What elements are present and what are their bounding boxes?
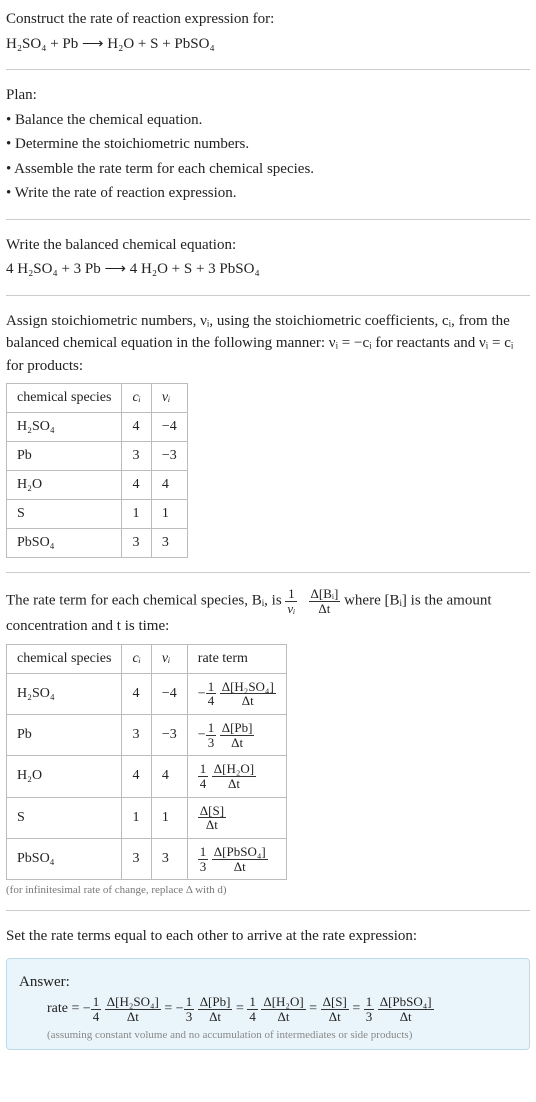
rate-expression: rate = −14 Δ[H₂SO₄]Δt = −13 Δ[Pb]Δt = 14… <box>19 995 517 1023</box>
cell-c: 1 <box>122 500 151 529</box>
rateterm-outer-frac: 1 νᵢ <box>285 587 297 615</box>
cell-c: 3 <box>122 529 151 558</box>
rate-label: rate = <box>47 1001 79 1017</box>
stoich-heading: Assign stoichiometric numbers, νᵢ, using… <box>6 310 530 378</box>
table-row: S11Δ[S]Δt <box>7 797 287 838</box>
plan-item: • Assemble the rate term for each chemic… <box>6 158 530 181</box>
unbalanced-equation: H₂SO₄ + Pb ⟶ H₂O + S + PbSO₄ <box>6 33 530 56</box>
balanced-equation: 4 H₂SO₄ + 3 Pb ⟶ 4 H₂O + S + 3 PbSO₄ <box>6 258 530 281</box>
equals-sign: = <box>232 1001 247 1017</box>
cell-nu: −4 <box>151 673 187 714</box>
cell-species: PbSO₄ <box>7 838 122 879</box>
cell-c: 4 <box>122 673 151 714</box>
table-row: S11 <box>7 500 188 529</box>
table-row: Pb3−3−13 Δ[Pb]Δt <box>7 715 287 756</box>
cell-species: H₂O <box>7 756 122 797</box>
table-row: PbSO₄3313 Δ[PbSO₄]Δt <box>7 838 287 879</box>
table-row: Pb3−3 <box>7 442 188 471</box>
rateterm-heading-pre: The rate term for each chemical species,… <box>6 593 285 609</box>
table-row: H₂SO₄4−4−14 Δ[H₂SO₄]Δt <box>7 673 287 714</box>
cell-species: H₂SO₄ <box>7 413 122 442</box>
cell-species: PbSO₄ <box>7 529 122 558</box>
rate-term: 13 Δ[PbSO₄]Δt <box>364 995 434 1023</box>
cell-rateterm: Δ[S]Δt <box>187 797 286 838</box>
stoich-header-nu: νᵢ <box>151 384 187 413</box>
stoich-header-species: chemical species <box>7 384 122 413</box>
divider <box>6 572 530 573</box>
cell-nu: 4 <box>151 756 187 797</box>
equals-sign: = <box>161 1001 176 1017</box>
answer-label: Answer: <box>19 971 517 994</box>
cell-c: 3 <box>122 838 151 879</box>
rateterm-heading: The rate term for each chemical species,… <box>6 587 530 638</box>
cell-nu: 3 <box>151 529 187 558</box>
cell-rateterm: 13 Δ[PbSO₄]Δt <box>187 838 286 879</box>
cell-c: 4 <box>122 471 151 500</box>
rateterm-table: chemical species cᵢ νᵢ rate term H₂SO₄4−… <box>6 644 287 880</box>
cell-species: S <box>7 797 122 838</box>
cell-nu: −4 <box>151 413 187 442</box>
cell-species: H₂O <box>7 471 122 500</box>
cell-c: 4 <box>122 756 151 797</box>
divider <box>6 69 530 70</box>
cell-species: H₂SO₄ <box>7 673 122 714</box>
rate-term: 14 Δ[H₂O]Δt <box>247 995 305 1023</box>
cell-nu: −3 <box>151 715 187 756</box>
cell-species: S <box>7 500 122 529</box>
cell-species: Pb <box>7 715 122 756</box>
cell-c: 1 <box>122 797 151 838</box>
cell-nu: 1 <box>151 500 187 529</box>
cell-species: Pb <box>7 442 122 471</box>
rate-term: −13 Δ[Pb]Δt <box>176 995 233 1023</box>
plan-item: • Balance the chemical equation. <box>6 109 530 132</box>
divider <box>6 295 530 296</box>
balanced-heading: Write the balanced chemical equation: <box>6 234 530 257</box>
cell-rateterm: −13 Δ[Pb]Δt <box>187 715 286 756</box>
equals-sign: = <box>306 1001 321 1017</box>
final-caption: (assuming constant volume and no accumul… <box>19 1029 517 1041</box>
table-row: H₂SO₄4−4 <box>7 413 188 442</box>
divider <box>6 219 530 220</box>
equals-sign: = <box>349 1001 364 1017</box>
cell-nu: 3 <box>151 838 187 879</box>
stoich-table: chemical species cᵢ νᵢ H₂SO₄4−4Pb3−3H₂O4… <box>6 383 188 558</box>
rateterm-header-species: chemical species <box>7 644 122 673</box>
rateterm-header-c: cᵢ <box>122 644 151 673</box>
rate-term: Δ[S]Δt <box>321 995 349 1023</box>
cell-nu: 1 <box>151 797 187 838</box>
rateterm-header-rate: rate term <box>187 644 286 673</box>
divider <box>6 910 530 911</box>
answer-box: Answer: rate = −14 Δ[H₂SO₄]Δt = −13 Δ[Pb… <box>6 958 530 1051</box>
rateterm-caption: (for infinitesimal rate of change, repla… <box>6 884 530 896</box>
cell-c: 3 <box>122 442 151 471</box>
rate-term: −14 Δ[H₂SO₄]Δt <box>83 995 161 1023</box>
table-row: PbSO₄33 <box>7 529 188 558</box>
table-row: H₂O44 <box>7 471 188 500</box>
cell-nu: 4 <box>151 471 187 500</box>
cell-c: 4 <box>122 413 151 442</box>
stoich-header-c: cᵢ <box>122 384 151 413</box>
cell-rateterm: 14 Δ[H₂O]Δt <box>187 756 286 797</box>
final-heading: Set the rate terms equal to each other t… <box>6 925 530 948</box>
intro-title: Construct the rate of reaction expressio… <box>6 8 530 31</box>
cell-c: 3 <box>122 715 151 756</box>
rateterm-header-nu: νᵢ <box>151 644 187 673</box>
rateterm-inner-frac: Δ[Bᵢ] Δt <box>309 587 341 615</box>
table-row: H₂O4414 Δ[H₂O]Δt <box>7 756 287 797</box>
plan-item: • Write the rate of reaction expression. <box>6 182 530 205</box>
plan-item: • Determine the stoichiometric numbers. <box>6 133 530 156</box>
cell-rateterm: −14 Δ[H₂SO₄]Δt <box>187 673 286 714</box>
plan-heading: Plan: <box>6 84 530 107</box>
cell-nu: −3 <box>151 442 187 471</box>
